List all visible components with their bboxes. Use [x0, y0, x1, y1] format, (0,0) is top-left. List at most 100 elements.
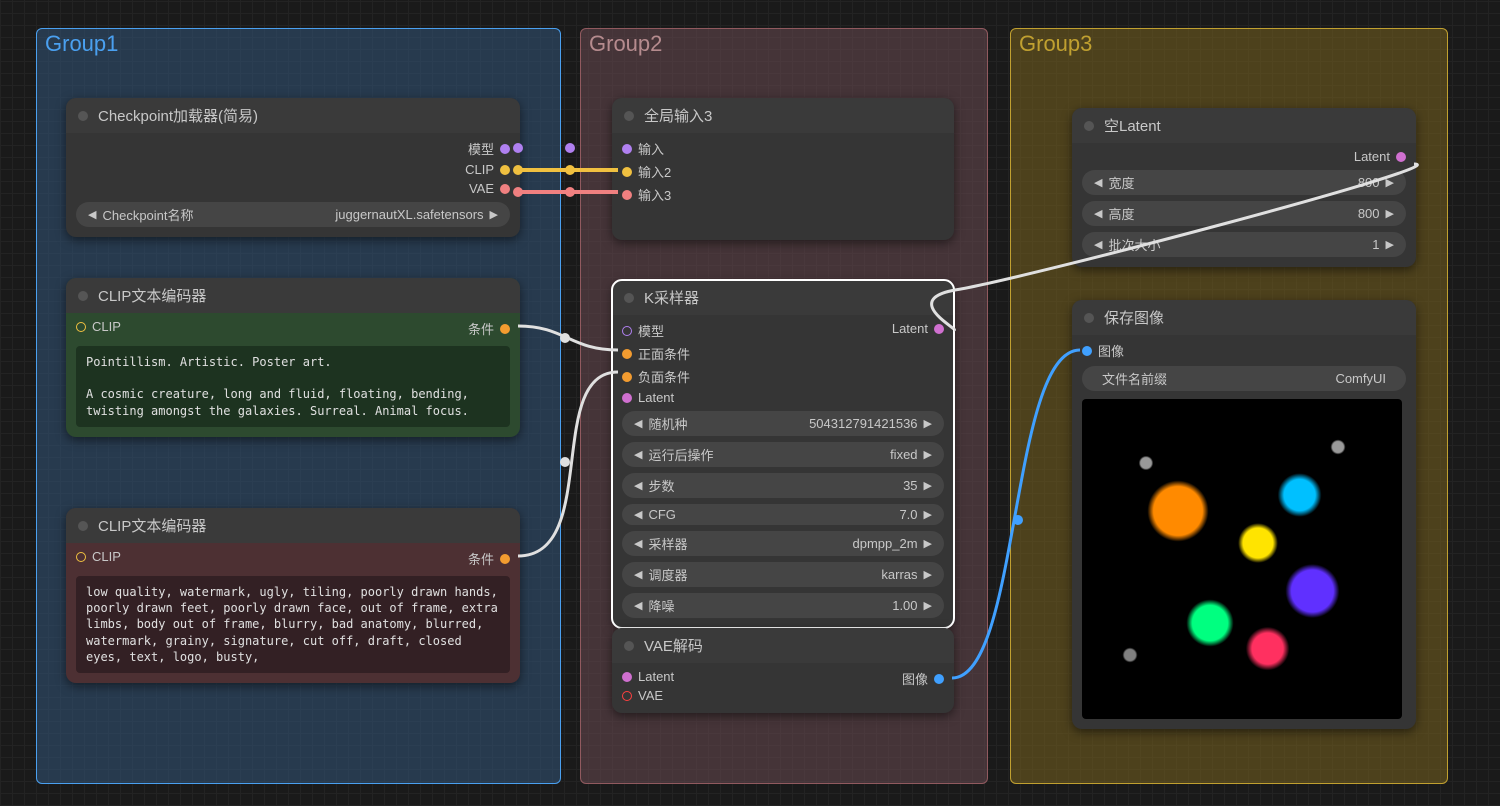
filename-prefix-widget[interactable]: 文件名前缀 ComfyUI — [1082, 366, 1406, 391]
group-title[interactable]: Group1 — [45, 31, 118, 57]
chevron-right-icon[interactable]: ▶ — [922, 417, 934, 430]
chevron-right-icon[interactable]: ▶ — [922, 568, 934, 581]
collapse-dot-icon[interactable] — [78, 291, 88, 301]
port-icon[interactable] — [622, 144, 632, 154]
checkpoint-loader-node[interactable]: Checkpoint加载器(简易) 模型 CLIP VAE ◀ — [66, 98, 520, 237]
port-icon[interactable] — [622, 672, 632, 682]
port-icon[interactable] — [1396, 152, 1406, 162]
collapse-dot-icon[interactable] — [78, 111, 88, 121]
chevron-left-icon[interactable]: ◀ — [632, 508, 644, 521]
port-icon[interactable] — [500, 324, 510, 334]
node-header[interactable]: CLIP文本编码器 — [66, 278, 520, 313]
chevron-right-icon[interactable]: ▶ — [488, 208, 500, 221]
chevron-right-icon[interactable]: ▶ — [922, 448, 934, 461]
seed-behavior-widget[interactable]: ◀ 运行后操作 fixed ▶ — [622, 442, 944, 467]
port-icon[interactable] — [622, 190, 632, 200]
port-icon[interactable] — [622, 691, 632, 701]
batch-widget[interactable]: ◀ 批次大小 1 ▶ — [1082, 232, 1406, 257]
input-1[interactable]: 输入 — [622, 139, 944, 158]
input-positive[interactable]: 正面条件 — [622, 344, 690, 363]
collapse-dot-icon[interactable] — [624, 111, 634, 121]
input-2[interactable]: 输入2 — [622, 162, 944, 181]
collapse-dot-icon[interactable] — [624, 641, 634, 651]
clip-negative-node[interactable]: CLIP文本编码器 CLIP 条件 low quality, watermark… — [66, 508, 520, 683]
height-widget[interactable]: ◀ 高度 800 ▶ — [1082, 201, 1406, 226]
group-title[interactable]: Group3 — [1019, 31, 1092, 57]
output-conditioning[interactable]: 条件 — [468, 319, 510, 338]
sampler-widget[interactable]: ◀ 采样器 dpmpp_2m ▶ — [622, 531, 944, 556]
checkpoint-name-widget[interactable]: ◀ Checkpoint名称 juggernautXL.safetensors … — [76, 202, 510, 227]
chevron-left-icon[interactable]: ◀ — [86, 208, 98, 221]
input-latent[interactable]: Latent — [622, 669, 674, 684]
node-header[interactable]: VAE解码 — [612, 628, 954, 663]
port-icon[interactable] — [934, 324, 944, 334]
input-3[interactable]: 输入3 — [622, 185, 944, 204]
port-icon[interactable] — [622, 167, 632, 177]
port-icon[interactable] — [500, 144, 510, 154]
steps-widget[interactable]: ◀ 步数 35 ▶ — [622, 473, 944, 498]
output-image-preview[interactable] — [1082, 399, 1402, 719]
collapse-dot-icon[interactable] — [78, 521, 88, 531]
denoise-widget[interactable]: ◀ 降噪 1.00 ▶ — [622, 593, 944, 618]
port-icon[interactable] — [500, 554, 510, 564]
collapse-dot-icon[interactable] — [624, 293, 634, 303]
group-title[interactable]: Group2 — [589, 31, 662, 57]
chevron-left-icon[interactable]: ◀ — [632, 448, 644, 461]
cfg-widget[interactable]: ◀ CFG 7.0 ▶ — [622, 504, 944, 525]
input-model[interactable]: 模型 — [622, 321, 690, 340]
empty-latent-node[interactable]: 空Latent Latent ◀ 宽度 800 ▶ ◀ 高度 800 ▶ ◀ — [1072, 108, 1416, 267]
input-latent[interactable]: Latent — [622, 390, 690, 405]
chevron-left-icon[interactable]: ◀ — [632, 417, 644, 430]
chevron-left-icon[interactable]: ◀ — [1092, 176, 1104, 189]
output-latent[interactable]: Latent — [892, 321, 944, 336]
port-icon[interactable] — [76, 552, 86, 562]
chevron-left-icon[interactable]: ◀ — [1092, 238, 1104, 251]
port-icon[interactable] — [500, 184, 510, 194]
global-inputs-node[interactable]: 全局输入3 输入 输入2 输入3 — [612, 98, 954, 240]
port-icon[interactable] — [500, 165, 510, 175]
node-header[interactable]: CLIP文本编码器 — [66, 508, 520, 543]
node-header[interactable]: 全局输入3 — [612, 98, 954, 133]
port-icon[interactable] — [622, 393, 632, 403]
chevron-left-icon[interactable]: ◀ — [632, 479, 644, 492]
port-icon[interactable] — [934, 674, 944, 684]
save-image-node[interactable]: 保存图像 图像 文件名前缀 ComfyUI — [1072, 300, 1416, 729]
output-latent[interactable]: Latent — [1354, 149, 1406, 164]
node-header[interactable]: 保存图像 — [1072, 300, 1416, 335]
port-icon[interactable] — [76, 322, 86, 332]
node-header[interactable]: K采样器 — [612, 280, 954, 315]
scheduler-widget[interactable]: ◀ 调度器 karras ▶ — [622, 562, 944, 587]
output-clip[interactable]: CLIP — [465, 162, 510, 177]
chevron-left-icon[interactable]: ◀ — [632, 537, 644, 550]
chevron-right-icon[interactable]: ▶ — [922, 479, 934, 492]
port-icon[interactable] — [622, 326, 632, 336]
chevron-right-icon[interactable]: ▶ — [1384, 238, 1396, 251]
ksampler-node[interactable]: K采样器 模型 正面条件 负面条件 Latent — [612, 280, 954, 628]
output-model[interactable]: 模型 — [468, 139, 510, 158]
clip-positive-node[interactable]: CLIP文本编码器 CLIP 条件 Pointillism. Artistic.… — [66, 278, 520, 437]
input-clip[interactable]: CLIP — [76, 319, 121, 334]
positive-prompt-textarea[interactable]: Pointillism. Artistic. Poster art. A cos… — [76, 346, 510, 427]
output-conditioning[interactable]: 条件 — [468, 549, 510, 568]
collapse-dot-icon[interactable] — [1084, 121, 1094, 131]
vae-decode-node[interactable]: VAE解码 Latent VAE 图像 — [612, 628, 954, 713]
input-clip[interactable]: CLIP — [76, 549, 121, 564]
port-icon[interactable] — [1082, 346, 1092, 356]
collapse-dot-icon[interactable] — [1084, 313, 1094, 323]
output-vae[interactable]: VAE — [469, 181, 510, 196]
width-widget[interactable]: ◀ 宽度 800 ▶ — [1082, 170, 1406, 195]
chevron-right-icon[interactable]: ▶ — [922, 537, 934, 550]
chevron-right-icon[interactable]: ▶ — [922, 599, 934, 612]
input-negative[interactable]: 负面条件 — [622, 367, 690, 386]
input-image[interactable]: 图像 — [1082, 341, 1124, 360]
node-header[interactable]: 空Latent — [1072, 108, 1416, 143]
chevron-left-icon[interactable]: ◀ — [632, 599, 644, 612]
seed-widget[interactable]: ◀ 随机种 504312791421536 ▶ — [622, 411, 944, 436]
input-vae[interactable]: VAE — [622, 688, 674, 703]
chevron-right-icon[interactable]: ▶ — [1384, 207, 1396, 220]
negative-prompt-textarea[interactable]: low quality, watermark, ugly, tiling, po… — [76, 576, 510, 673]
output-image[interactable]: 图像 — [902, 669, 944, 688]
chevron-left-icon[interactable]: ◀ — [632, 568, 644, 581]
port-icon[interactable] — [622, 349, 632, 359]
port-icon[interactable] — [622, 372, 632, 382]
